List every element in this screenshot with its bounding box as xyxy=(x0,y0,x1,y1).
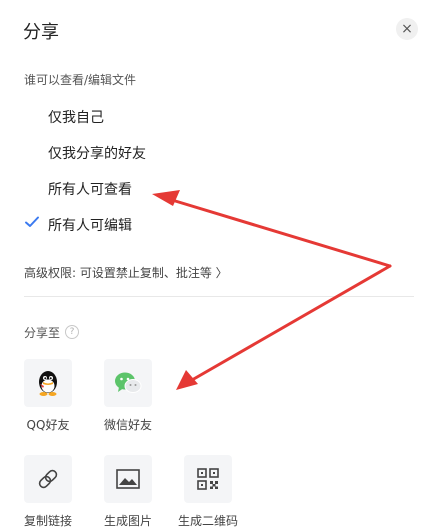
generate-qrcode-button[interactable] xyxy=(184,455,232,503)
share-qq-label: QQ好友 xyxy=(26,418,70,432)
option-only-me[interactable]: 仅我自己 xyxy=(48,107,104,127)
share-wechat-label: 微信好友 xyxy=(103,418,152,432)
share-wechat-button[interactable] xyxy=(104,359,152,407)
divider xyxy=(24,296,414,297)
link-icon xyxy=(38,469,58,489)
arrow-to-wechat xyxy=(176,264,392,390)
copy-link-button[interactable] xyxy=(24,455,72,503)
dialog-title: 分享 xyxy=(23,22,59,43)
option-anyone-view[interactable]: 所有人可查看 xyxy=(48,179,132,199)
option-anyone-edit[interactable]: 所有人可编辑 xyxy=(48,215,132,235)
image-icon xyxy=(116,469,140,489)
close-button[interactable]: × xyxy=(396,18,418,40)
arrow-to-view-option xyxy=(152,190,392,268)
option-shared-friends[interactable]: 仅我分享的好友 xyxy=(48,143,146,163)
copy-link-label: 复制链接 xyxy=(23,514,72,528)
generate-image-button[interactable] xyxy=(104,455,152,503)
generate-image-label: 生成图片 xyxy=(103,514,152,528)
help-icon[interactable]: ? xyxy=(65,325,79,339)
share-qq-button[interactable] xyxy=(24,359,72,407)
permission-label: 谁可以查看/编辑文件 xyxy=(24,73,137,87)
qq-icon xyxy=(39,371,57,396)
share-to-label: 分享至 xyxy=(24,326,61,340)
advanced-permissions-link[interactable]: 高级权限: 可设置禁止复制、批注等 〉 xyxy=(24,264,228,281)
close-icon: × xyxy=(401,21,413,37)
wechat-icon xyxy=(115,372,142,393)
qrcode-icon xyxy=(197,468,219,490)
generate-qrcode-label: 生成二维码 xyxy=(177,514,238,528)
check-icon xyxy=(25,216,39,227)
